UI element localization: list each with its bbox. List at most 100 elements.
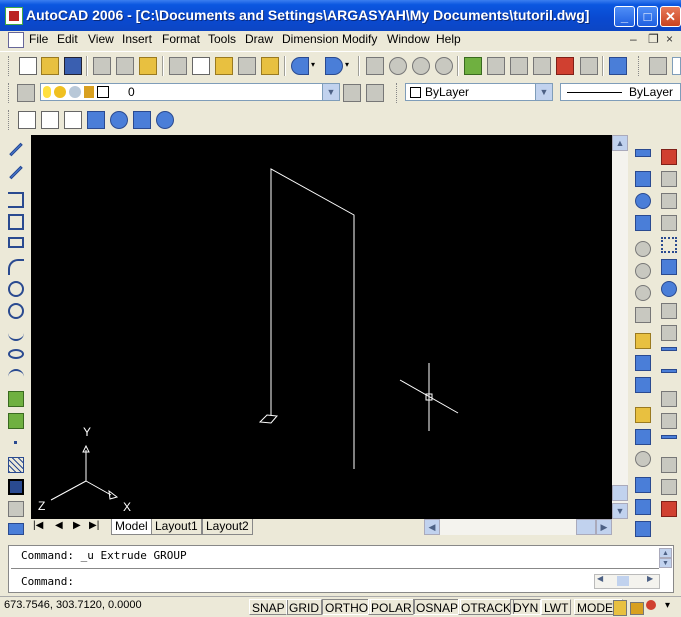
doc-minimize-button[interactable]: – bbox=[630, 32, 637, 46]
command-scroll-thumb[interactable] bbox=[617, 576, 629, 586]
quick-leader-icon[interactable] bbox=[635, 407, 651, 423]
command-window[interactable]: Command: _u Extrude GROUP Command: ▲ ▼ ◀… bbox=[8, 545, 674, 593]
ortho-toggle[interactable]: ORTHO bbox=[322, 599, 372, 615]
gouraud-shaded-icon[interactable] bbox=[110, 111, 128, 129]
markup-set-manager-icon[interactable] bbox=[556, 57, 574, 75]
menu-modify[interactable]: Modify bbox=[342, 32, 377, 46]
document-icon[interactable] bbox=[8, 32, 24, 48]
linear-dimension-icon[interactable] bbox=[635, 149, 651, 157]
table-icon[interactable] bbox=[8, 501, 24, 517]
zoom-previous-icon[interactable] bbox=[435, 57, 453, 75]
autocad-app-icon[interactable] bbox=[5, 7, 23, 25]
zoom-realtime-icon[interactable] bbox=[389, 57, 407, 75]
polygon-icon[interactable] bbox=[8, 214, 24, 230]
dyn-toggle[interactable]: DYN bbox=[510, 599, 542, 615]
explode-icon[interactable] bbox=[661, 501, 677, 517]
menu-help[interactable]: Help bbox=[436, 32, 461, 46]
circle-icon[interactable] bbox=[8, 281, 24, 297]
osnap-toggle[interactable]: OSNAP bbox=[413, 599, 462, 615]
hidden-icon[interactable] bbox=[64, 111, 82, 129]
angular-icon[interactable] bbox=[635, 307, 651, 323]
offset-icon[interactable] bbox=[661, 215, 677, 231]
publish-icon[interactable] bbox=[139, 57, 157, 75]
redo-dropdown-icon[interactable]: ▾ bbox=[345, 60, 349, 69]
diameter-icon[interactable] bbox=[635, 285, 651, 301]
close-button[interactable]: ✕ bbox=[660, 6, 681, 27]
command-scroll-left-icon[interactable]: ◀ bbox=[597, 574, 603, 583]
grid-toggle[interactable]: GRID bbox=[286, 599, 322, 615]
toolbar-lock-icon[interactable] bbox=[630, 602, 644, 615]
scroll-left-button[interactable]: ◀ bbox=[424, 519, 440, 535]
dimension-text-edit-icon[interactable] bbox=[635, 499, 651, 515]
continue-icon[interactable] bbox=[635, 377, 651, 393]
drawing-canvas[interactable]: Y X Z bbox=[31, 135, 612, 519]
vertical-scroll-thumb[interactable] bbox=[612, 485, 628, 501]
command-scroll-down-button[interactable]: ▼ bbox=[659, 558, 672, 568]
properties-icon[interactable] bbox=[464, 57, 482, 75]
construction-line-icon[interactable] bbox=[9, 165, 23, 180]
toolbar-grip[interactable] bbox=[8, 110, 12, 130]
menu-edit[interactable]: Edit bbox=[57, 32, 78, 46]
quickcalc-icon[interactable] bbox=[580, 57, 598, 75]
tray-settings-icon[interactable] bbox=[646, 600, 656, 610]
toolbar-grip[interactable] bbox=[396, 83, 400, 103]
rotate-icon[interactable] bbox=[661, 281, 677, 297]
first-tab-button[interactable]: |◀ bbox=[33, 520, 43, 531]
linetype-combo[interactable]: ByLayer bbox=[560, 83, 681, 101]
horizontal-scrollbar[interactable]: ◀ ▶ bbox=[424, 519, 612, 535]
break-at-point-icon[interactable] bbox=[661, 391, 677, 407]
ordinate-icon[interactable] bbox=[635, 215, 651, 231]
spline-icon[interactable] bbox=[8, 325, 24, 341]
join-icon[interactable] bbox=[661, 435, 677, 439]
multiline-text-icon[interactable] bbox=[8, 523, 24, 535]
aligned-dimension-icon[interactable] bbox=[635, 171, 651, 187]
scale-icon[interactable] bbox=[661, 303, 677, 319]
new-file-icon[interactable] bbox=[19, 57, 37, 75]
trim-icon[interactable] bbox=[661, 347, 677, 351]
horizontal-scroll-thumb[interactable] bbox=[576, 519, 596, 535]
command-prompt[interactable]: Command: bbox=[21, 575, 74, 588]
dimension-edit-icon[interactable] bbox=[635, 477, 651, 493]
command-scroll-right-icon[interactable]: ▶ bbox=[647, 574, 653, 583]
mirror-icon[interactable] bbox=[661, 193, 677, 209]
toolbar-grip[interactable] bbox=[8, 83, 12, 103]
erase-icon[interactable] bbox=[661, 149, 677, 165]
toolbar-grip[interactable] bbox=[8, 56, 12, 76]
copy-icon[interactable] bbox=[192, 57, 210, 75]
sheet-set-manager-icon[interactable] bbox=[533, 57, 551, 75]
plot-preview-icon[interactable] bbox=[116, 57, 134, 75]
help-icon[interactable] bbox=[609, 57, 627, 75]
chevron-down-icon[interactable]: ▼ bbox=[322, 84, 339, 100]
revision-cloud-icon[interactable] bbox=[8, 303, 24, 319]
otrack-toggle[interactable]: OTRACK bbox=[458, 599, 515, 615]
tolerance-icon[interactable] bbox=[635, 429, 651, 445]
menu-file[interactable]: File bbox=[29, 32, 48, 46]
scroll-up-button[interactable]: ▲ bbox=[612, 135, 628, 151]
layer-combo[interactable]: 0 ▼ bbox=[40, 83, 340, 101]
plot-icon[interactable] bbox=[93, 57, 111, 75]
dimension-update-icon[interactable] bbox=[635, 521, 651, 537]
last-tab-button[interactable]: ▶| bbox=[89, 520, 99, 531]
next-tab-button[interactable]: ▶ bbox=[73, 520, 81, 531]
menu-window[interactable]: Window bbox=[387, 32, 430, 46]
make-object-layer-current-icon[interactable] bbox=[343, 84, 361, 102]
chevron-down-icon[interactable]: ▼ bbox=[535, 84, 552, 100]
undo-icon[interactable] bbox=[291, 57, 309, 75]
tool-palettes-icon[interactable] bbox=[510, 57, 528, 75]
communication-center-icon[interactable] bbox=[613, 600, 627, 616]
arc-length-icon[interactable] bbox=[635, 193, 651, 209]
polar-toggle[interactable]: POLAR bbox=[368, 599, 415, 615]
extend-icon[interactable] bbox=[661, 369, 677, 373]
copy-object-icon[interactable] bbox=[661, 171, 677, 187]
doc-restore-button[interactable]: ❐ bbox=[648, 32, 659, 46]
region-icon[interactable] bbox=[8, 479, 24, 495]
tab-model[interactable]: Model bbox=[111, 519, 152, 535]
toolbar-grip[interactable] bbox=[638, 56, 642, 76]
break-icon[interactable] bbox=[661, 413, 677, 429]
insert-block-icon[interactable] bbox=[8, 391, 24, 407]
cut-icon[interactable] bbox=[169, 57, 187, 75]
array-icon[interactable] bbox=[661, 237, 677, 253]
maximize-button[interactable]: □ bbox=[637, 6, 658, 27]
tab-layout2[interactable]: Layout2 bbox=[202, 519, 253, 535]
jogged-icon[interactable] bbox=[635, 263, 651, 279]
